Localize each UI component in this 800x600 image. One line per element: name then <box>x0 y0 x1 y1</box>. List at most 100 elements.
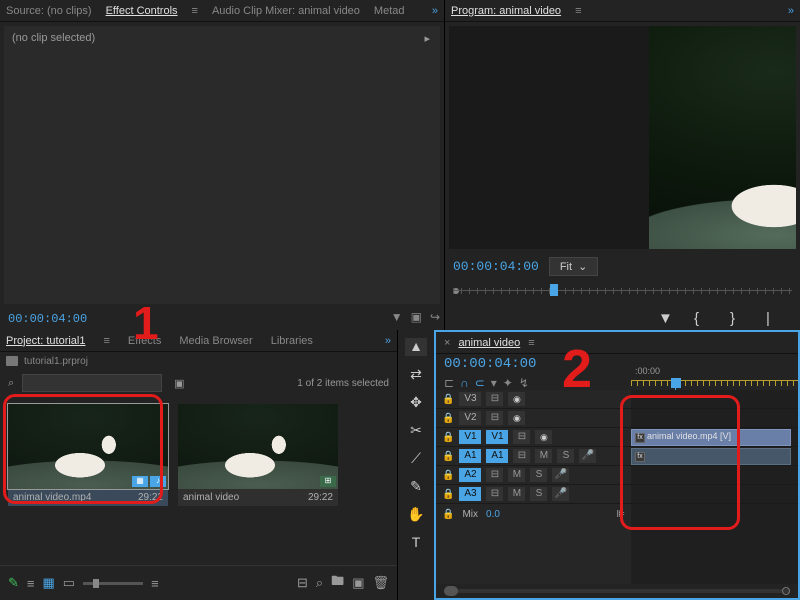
tab-sequence[interactable]: animal video <box>458 337 520 349</box>
voice-over-icon[interactable]: 🎤 <box>552 487 569 501</box>
sync-lock-icon[interactable]: ⊟ <box>486 411 503 425</box>
track-label[interactable]: A3 <box>459 487 481 501</box>
tab-menu-icon[interactable]: ≡ <box>528 337 534 349</box>
search-input[interactable] <box>22 374 162 392</box>
timeline-zoom-scrollbar[interactable] <box>436 584 798 598</box>
nest-toggle-icon[interactable]: ⊏ <box>444 376 454 390</box>
export-icon[interactable]: ↪ <box>430 310 440 324</box>
source-patch-v1[interactable]: V1 <box>459 430 481 444</box>
lock-icon[interactable]: 🔒 <box>442 432 454 443</box>
lock-icon[interactable]: 🔒 <box>442 470 454 481</box>
voice-over-icon[interactable]: 🎤 <box>552 468 569 482</box>
lock-icon[interactable]: 🔒 <box>442 489 454 500</box>
tab-metadata[interactable]: Metad <box>374 5 405 17</box>
track-header-v2[interactable]: 🔒 V2 ⊟ <box>436 409 631 428</box>
marker-toggle-icon[interactable]: ▾ <box>491 376 497 390</box>
bin-item-clip[interactable]: ▦ ♪ animal video.mp4 29:22 <box>8 404 168 506</box>
track-header-a2[interactable]: 🔒 A2 ⊟ M S 🎤 <box>436 466 631 485</box>
razor-tool[interactable]: ✂ <box>405 422 427 440</box>
track-header-v3[interactable]: 🔒 V3 ⊟ <box>436 390 631 409</box>
tab-source[interactable]: Source: (no clips) <box>6 5 92 17</box>
mute-toggle[interactable]: M <box>508 487 525 501</box>
video-clip[interactable]: fxanimal video.mp4 [V] <box>631 429 791 446</box>
selection-tool[interactable]: ▲ <box>405 338 427 356</box>
track-header-v1[interactable]: 🔒 V1 V1 ⊟ <box>436 428 631 447</box>
program-timecode[interactable]: 00:00:04:00 <box>453 259 539 274</box>
mix-track[interactable]: 🔒 Mix 0.0 ⊫ <box>436 504 631 524</box>
type-tool[interactable]: T <box>405 534 427 552</box>
eye-icon[interactable] <box>508 392 525 406</box>
new-item-icon[interactable]: ▣ <box>352 575 364 591</box>
sync-lock-icon[interactable]: ⊟ <box>513 449 530 463</box>
tab-menu-icon[interactable]: ≡ <box>103 335 109 347</box>
mark-in-button[interactable]: { <box>694 310 712 324</box>
mute-toggle[interactable]: M <box>508 468 525 482</box>
track-label[interactable]: A2 <box>459 468 481 482</box>
track-header-a3[interactable]: 🔒 A3 ⊟ M S 🎤 <box>436 485 631 504</box>
sort-icon[interactable]: ≡ <box>151 576 159 591</box>
scrollbar-end-icon[interactable] <box>782 587 790 595</box>
audio-clip[interactable]: fx <box>631 448 791 465</box>
track-a2[interactable] <box>631 466 798 485</box>
sync-lock-icon[interactable]: ⊟ <box>486 487 503 501</box>
icon-view-icon[interactable]: ▦ <box>43 575 55 591</box>
wrench-icon[interactable]: ↯ <box>519 376 529 390</box>
bin-item-sequence[interactable]: ⊞ animal video 29:22 <box>178 404 338 506</box>
mute-toggle[interactable]: M <box>535 449 552 463</box>
thumbnail[interactable]: ▦ ♪ <box>8 404 168 489</box>
search-icon[interactable]: ⌕ <box>8 377 14 390</box>
program-monitor[interactable] <box>449 26 796 249</box>
track-v3[interactable] <box>631 390 798 409</box>
slip-tool[interactable]: ⟋ <box>405 450 427 468</box>
track-a3[interactable] <box>631 485 798 504</box>
track-select-tool[interactable]: ⇄ <box>405 366 427 384</box>
tab-audio-mixer[interactable]: Audio Clip Mixer: animal video <box>212 5 360 17</box>
eye-icon[interactable] <box>508 411 525 425</box>
fx-badge-icon[interactable]: fx <box>635 452 645 462</box>
sync-lock-icon[interactable]: ⊟ <box>486 468 503 482</box>
solo-toggle[interactable]: S <box>530 487 547 501</box>
goto-in-button[interactable]: |← <box>766 310 784 324</box>
freeform-view-icon[interactable]: ▭ <box>63 575 75 591</box>
marker-button[interactable]: ▼ <box>658 310 676 324</box>
close-tab-icon[interactable]: × <box>444 337 450 349</box>
tabs-overflow-icon[interactable]: » <box>788 5 794 17</box>
zoom-slider[interactable] <box>83 582 143 585</box>
track-label[interactable]: V1 <box>486 430 508 444</box>
new-bin-icon[interactable]: 🖿 <box>331 572 344 594</box>
solo-toggle[interactable]: S <box>557 449 574 463</box>
track-label[interactable]: V3 <box>459 392 481 406</box>
snap-toggle-icon[interactable]: ∩ <box>460 376 469 390</box>
track-label[interactable]: V2 <box>459 411 481 425</box>
source-timecode[interactable]: 00:00:04:00 <box>0 308 444 330</box>
sync-lock-icon[interactable]: ⊟ <box>486 392 503 406</box>
timeline-timecode[interactable]: 00:00:04:00 <box>444 356 623 372</box>
voice-over-icon[interactable]: 🎤 <box>579 449 596 463</box>
track-header-a1[interactable]: 🔒 A1 A1 ⊟ M S 🎤 <box>436 447 631 466</box>
track-v2[interactable] <box>631 409 798 428</box>
lock-icon[interactable]: 🔒 <box>442 451 454 462</box>
lock-icon[interactable]: 🔒 <box>442 509 454 520</box>
linked-selection-icon[interactable]: ⊂ <box>475 376 485 390</box>
auto-sequence-icon[interactable]: ⊟ <box>297 575 308 591</box>
track-a1[interactable]: fx <box>631 447 798 466</box>
tab-libraries[interactable]: Libraries <box>271 335 313 347</box>
solo-toggle[interactable]: S <box>530 468 547 482</box>
playhead-handle[interactable] <box>550 284 558 296</box>
lock-icon[interactable]: 🔒 <box>442 394 454 405</box>
program-scrubber[interactable] <box>445 280 800 304</box>
mark-out-button[interactable]: } <box>730 310 748 324</box>
pen-tool[interactable]: ✎ <box>405 478 427 496</box>
hand-tool[interactable]: ✋ <box>405 506 427 524</box>
new-item-icon[interactable]: ▣ <box>411 310 422 324</box>
zoom-fit-dropdown[interactable]: Fit <box>549 257 598 276</box>
time-ruler[interactable]: :00:00 00:00:15:00 <box>631 354 798 390</box>
tab-media-browser[interactable]: Media Browser <box>179 335 252 347</box>
bin-icon[interactable]: ▣ <box>174 377 184 390</box>
tabs-overflow-icon[interactable]: » <box>432 5 438 17</box>
delete-icon[interactable]: 🗑 <box>372 575 389 591</box>
timeline-tracks[interactable]: fxanimal video.mp4 [V] fx <box>631 390 798 584</box>
track-v1[interactable]: fxanimal video.mp4 [V] <box>631 428 798 447</box>
lock-icon[interactable]: 🔒 <box>442 413 454 424</box>
timeline-playhead[interactable] <box>671 378 681 388</box>
